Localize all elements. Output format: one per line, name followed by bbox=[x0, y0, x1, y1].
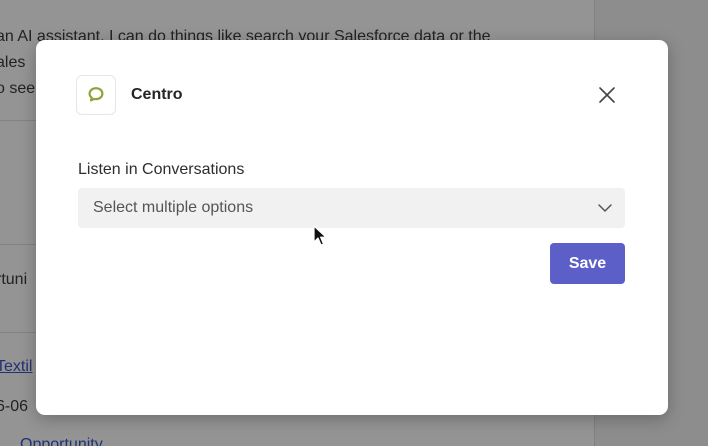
speech-bubble-icon bbox=[88, 87, 104, 102]
app-name: Centro bbox=[131, 86, 183, 103]
save-button[interactable]: Save bbox=[550, 243, 625, 284]
close-icon bbox=[599, 87, 615, 103]
field-label: Listen in Conversations bbox=[78, 161, 245, 178]
select-placeholder: Select multiple options bbox=[93, 199, 254, 216]
close-button[interactable] bbox=[593, 81, 621, 109]
conversations-multiselect[interactable]: Select multiple options bbox=[78, 188, 625, 228]
chevron-down-icon bbox=[598, 204, 612, 212]
app-logo bbox=[76, 75, 116, 115]
settings-dialog: Centro Listen in Conversations Select mu… bbox=[36, 40, 668, 415]
mouse-cursor-icon bbox=[313, 225, 327, 246]
